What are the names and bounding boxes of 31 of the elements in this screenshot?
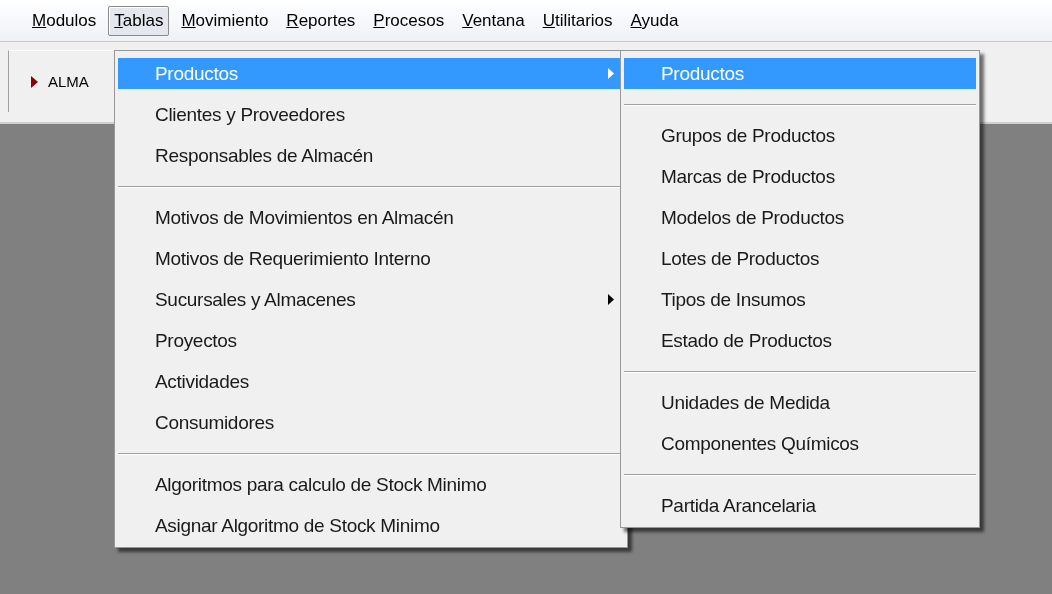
menu-item[interactable]: Motivos de Requerimiento Interno xyxy=(118,243,624,274)
menu-item[interactable]: Actividades xyxy=(118,366,624,397)
menu-item[interactable]: Unidades de Medida xyxy=(624,387,976,418)
menu-item[interactable]: Lotes de Productos xyxy=(624,243,976,274)
menu-bar-item[interactable]: Ventana xyxy=(456,5,531,36)
menu-item[interactable]: Asignar Algoritmo de Stock Minimo xyxy=(118,510,624,541)
menu-item[interactable]: Tipos de Insumos xyxy=(624,284,976,315)
menu-item[interactable]: Partida Arancelaria xyxy=(624,490,976,521)
menu-item[interactable]: Motivos de Movimientos en Almacén xyxy=(118,202,624,233)
menu-bar-item[interactable]: Movimiento xyxy=(175,5,275,36)
toolbar-label[interactable]: ALMA xyxy=(48,73,89,90)
triangle-icon xyxy=(31,75,38,88)
menu-item[interactable]: Componentes Químicos xyxy=(624,428,976,459)
menu-item[interactable]: Responsables de Almacén xyxy=(118,140,624,171)
menu-bar-item[interactable]: Ayuda xyxy=(624,5,685,36)
menu-bar-item[interactable]: Utilitarios xyxy=(536,5,619,36)
menu-item[interactable]: Clientes y Proveedores xyxy=(118,99,624,130)
menu-bar-item[interactable]: Procesos xyxy=(367,5,451,36)
menu-item[interactable]: Estado de Productos xyxy=(624,325,976,356)
submenu-arrow-icon xyxy=(608,68,614,79)
menu-item[interactable]: Algoritmos para calculo de Stock Minimo xyxy=(118,469,624,500)
menu-item[interactable]: Modelos de Productos xyxy=(624,202,976,233)
menu-bar-item[interactable]: Reportes xyxy=(280,5,362,36)
menu-item[interactable]: Grupos de Productos xyxy=(624,120,976,151)
menu-bar-item[interactable]: Modulos xyxy=(26,5,103,36)
menu-item[interactable]: Proyectos xyxy=(118,325,624,356)
menu-item[interactable]: Consumidores xyxy=(118,407,624,438)
menu-item[interactable]: Sucursales y Almacenes xyxy=(118,284,624,315)
menu-item[interactable]: Marcas de Productos xyxy=(624,161,976,192)
menu-bar-item[interactable]: Tablas xyxy=(108,5,170,36)
submenu-arrow-icon xyxy=(608,294,614,305)
